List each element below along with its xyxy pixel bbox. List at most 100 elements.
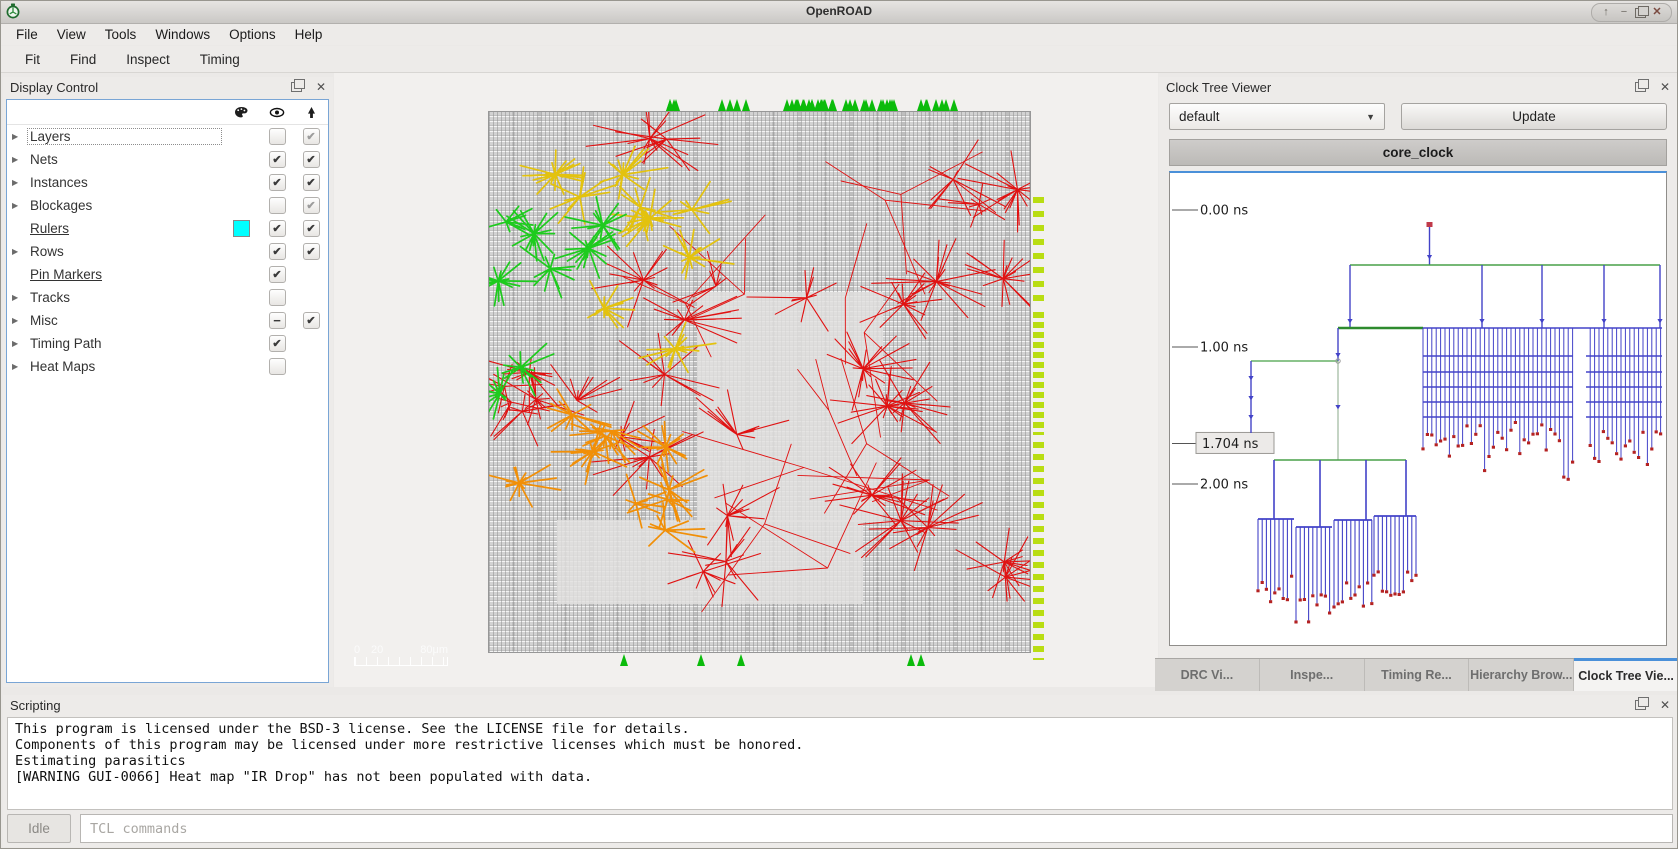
select-column-cell — [294, 220, 328, 237]
expand-arrow-icon[interactable]: ▶ — [7, 316, 27, 325]
tab-clock-tree-vie[interactable]: Clock Tree Vie... — [1574, 658, 1678, 691]
expand-arrow-icon[interactable]: ▶ — [7, 155, 27, 164]
row-label[interactable]: Nets — [27, 151, 222, 168]
selectable-checkbox[interactable] — [303, 174, 320, 191]
right-pin-markers — [1033, 312, 1044, 435]
menu-bar: FileViewToolsWindowsOptionsHelp — [1, 24, 1677, 45]
maximize-button-icon[interactable] — [1635, 8, 1646, 18]
visibility-checkbox[interactable] — [269, 358, 286, 375]
tree-row-heat-maps[interactable]: ▶Heat Maps — [7, 355, 328, 378]
tree-row-misc[interactable]: ▶Misc — [7, 309, 328, 332]
visibility-checkbox[interactable] — [269, 289, 286, 306]
selectable-checkbox[interactable] — [303, 312, 320, 329]
expand-arrow-icon[interactable]: ▶ — [7, 362, 27, 371]
color-swatch[interactable] — [233, 220, 250, 237]
tree-row-timing-path[interactable]: ▶Timing Path — [7, 332, 328, 355]
expand-arrow-icon[interactable]: ▶ — [7, 178, 27, 187]
tree-row-blockages[interactable]: ▶Blockages — [7, 194, 328, 217]
toolbar-button-fit[interactable]: Fit — [13, 49, 52, 70]
tree-row-layers[interactable]: ▶Layers — [7, 125, 328, 148]
tab-hierarchy-brow[interactable]: Hierarchy Brow... — [1469, 659, 1574, 691]
selectable-checkbox[interactable] — [303, 128, 320, 145]
visibility-checkbox[interactable] — [269, 174, 286, 191]
row-label[interactable]: Misc — [27, 312, 222, 329]
shade-button-icon[interactable]: ↑ — [1599, 5, 1613, 20]
visibility-checkbox[interactable] — [269, 243, 286, 260]
selectable-checkbox[interactable] — [303, 243, 320, 260]
minimize-button-icon[interactable]: − — [1617, 5, 1631, 20]
clock-select-dropdown[interactable]: default ▼ — [1169, 103, 1385, 130]
undock-icon[interactable] — [1635, 700, 1646, 710]
tree-row-pin-markers[interactable]: Pin Markers — [7, 263, 328, 286]
visible-column-cell — [260, 151, 294, 168]
visible-column-cell — [260, 220, 294, 237]
expand-arrow-icon[interactable]: ▶ — [7, 201, 27, 210]
row-label[interactable]: Tracks — [27, 289, 222, 306]
selectable-checkbox[interactable] — [303, 220, 320, 237]
tab-inspe[interactable]: Inspe... — [1260, 659, 1365, 691]
die-area[interactable] — [488, 111, 1031, 653]
title-bar: OpenROAD ↑ − ✕ — [1, 1, 1677, 24]
scripting-log: This program is licensed under the BSD-3… — [7, 717, 1673, 810]
tree-row-nets[interactable]: ▶Nets — [7, 148, 328, 171]
visibility-checkbox[interactable] — [269, 335, 286, 352]
visibility-checkbox[interactable] — [269, 266, 286, 283]
select-column-cell — [294, 197, 328, 214]
expand-arrow-icon[interactable]: ▶ — [7, 132, 27, 141]
expand-arrow-icon[interactable]: ▶ — [7, 247, 27, 256]
menu-item-file[interactable]: File — [7, 25, 48, 44]
panel-close-icon[interactable]: ✕ — [1660, 81, 1670, 93]
row-label[interactable]: Timing Path — [27, 335, 222, 352]
visibility-checkbox[interactable] — [269, 151, 286, 168]
selectable-checkbox[interactable] — [303, 151, 320, 168]
close-button-icon[interactable]: ✕ — [1650, 5, 1664, 20]
tree-row-instances[interactable]: ▶Instances — [7, 171, 328, 194]
tree-row-tracks[interactable]: ▶Tracks — [7, 286, 328, 309]
menu-item-options[interactable]: Options — [220, 25, 286, 44]
color-column-cell — [222, 220, 260, 237]
layout-viewer[interactable]: 0 20 80μm — [334, 73, 1158, 687]
toolbar-button-inspect[interactable]: Inspect — [114, 49, 182, 70]
row-label[interactable]: Pin Markers — [27, 266, 222, 283]
row-label[interactable]: Blockages — [27, 197, 222, 214]
menu-item-view[interactable]: View — [48, 25, 96, 44]
menu-item-tools[interactable]: Tools — [96, 25, 147, 44]
row-label[interactable]: Rows — [27, 243, 222, 260]
selectable-icon[interactable] — [294, 106, 328, 119]
nets-flylines-layer — [489, 112, 1030, 652]
row-label[interactable]: Heat Maps — [27, 358, 222, 375]
expand-arrow-icon[interactable]: ▶ — [7, 293, 27, 302]
tab-timing-re[interactable]: Timing Re... — [1365, 659, 1470, 691]
tab-drc-vi[interactable]: DRC Vi... — [1155, 659, 1260, 691]
visibility-checkbox[interactable] — [269, 128, 286, 145]
expand-arrow-icon[interactable]: ▶ — [7, 339, 27, 348]
pin-marker-icon — [860, 99, 868, 111]
undock-icon[interactable] — [291, 82, 302, 92]
pin-marker-icon — [950, 99, 958, 111]
clock-tree-canvas[interactable]: 0.00 ns1.00 ns1.704 ns2.00 ns — [1169, 171, 1667, 646]
palette-icon[interactable] — [222, 106, 260, 119]
row-label[interactable]: Instances — [27, 174, 222, 191]
menu-item-windows[interactable]: Windows — [146, 25, 220, 44]
toolbar-button-timing[interactable]: Timing — [188, 49, 252, 70]
undock-icon[interactable] — [1635, 82, 1646, 92]
visibility-checkbox[interactable] — [269, 197, 286, 214]
row-label[interactable]: Layers — [27, 128, 222, 145]
pin-marker-icon — [742, 99, 750, 111]
visibility-checkbox[interactable] — [269, 220, 286, 237]
row-label[interactable]: Rulers — [27, 220, 222, 237]
toolbar-button-find[interactable]: Find — [58, 49, 108, 70]
tcl-command-input[interactable] — [80, 814, 1673, 843]
pin-marker-icon — [829, 99, 837, 111]
eye-icon[interactable] — [260, 107, 294, 118]
tree-row-rows[interactable]: ▶Rows — [7, 240, 328, 263]
pin-marker-icon — [942, 99, 950, 111]
panel-close-icon[interactable]: ✕ — [1660, 699, 1670, 711]
tree-row-rulers[interactable]: Rulers — [7, 217, 328, 240]
menu-item-help[interactable]: Help — [286, 25, 333, 44]
status-button[interactable]: Idle — [7, 814, 71, 843]
panel-close-icon[interactable]: ✕ — [316, 81, 326, 93]
visibility-checkbox[interactable] — [269, 312, 286, 329]
selectable-checkbox[interactable] — [303, 197, 320, 214]
update-button[interactable]: Update — [1401, 103, 1667, 130]
